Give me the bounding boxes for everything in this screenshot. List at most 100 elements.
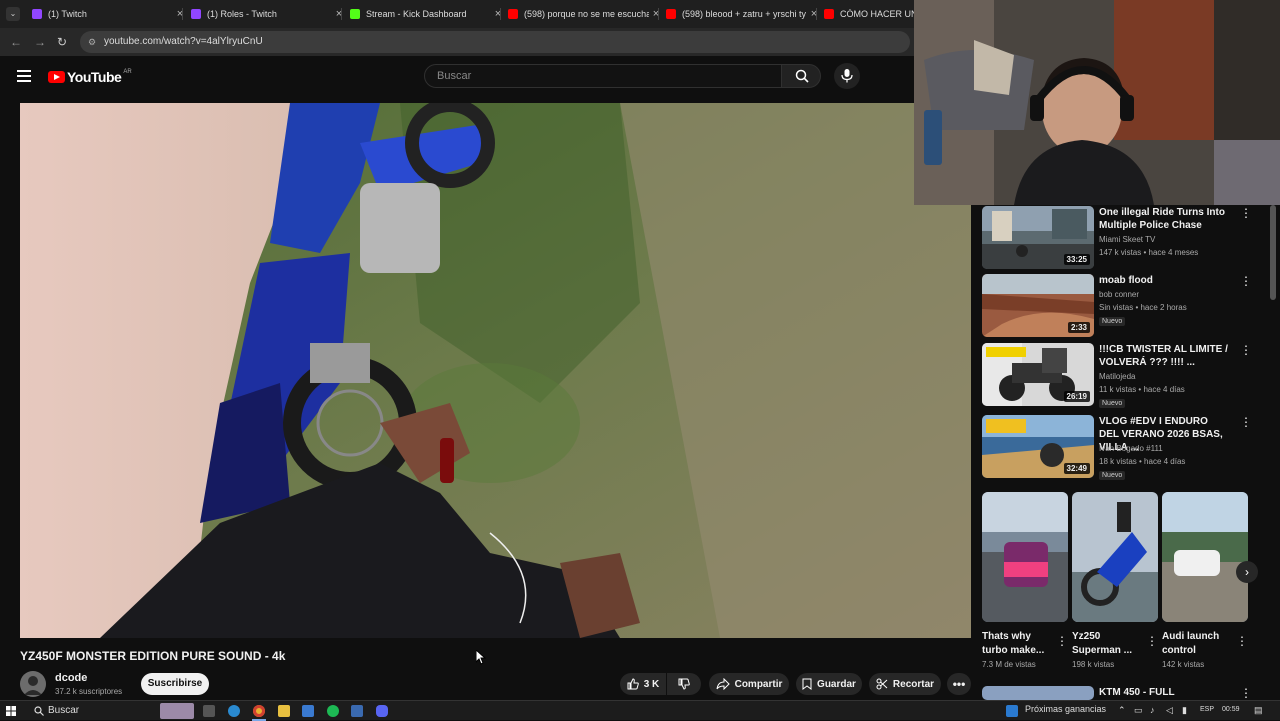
channel-avatar[interactable] — [20, 671, 46, 697]
recommendation-item[interactable]: KTM 450 - FULL THROTTLE ⋮ — [982, 686, 1272, 700]
search-button[interactable] — [781, 64, 821, 88]
more-vertical-icon[interactable]: ⋮ — [1240, 415, 1252, 429]
task-view-icon[interactable] — [203, 705, 215, 717]
search-placeholder: Buscar — [437, 70, 472, 82]
subscriber-count: 37.2 k suscriptores — [55, 687, 123, 696]
short-title[interactable]: Audi launch control — [1162, 630, 1236, 658]
download-icon[interactable] — [351, 705, 363, 717]
recommendation-item[interactable]: 26:19 !!!CB TWISTER AL LIMITE / VOLVERÁ … — [982, 343, 1272, 408]
video-player[interactable] — [20, 103, 971, 638]
close-tab-icon[interactable]: × — [491, 8, 505, 20]
short-thumbnail[interactable] — [982, 492, 1068, 622]
short-title[interactable]: Thats why turbo make... — [982, 630, 1056, 658]
more-vertical-icon[interactable]: ⋮ — [1146, 634, 1158, 648]
clip-button[interactable]: Recortar — [869, 673, 941, 695]
share-button[interactable]: Compartir — [709, 673, 789, 695]
edge-icon[interactable] — [228, 705, 240, 717]
short-thumbnail[interactable] — [1162, 492, 1248, 622]
save-label: Guardar — [817, 678, 856, 690]
more-vertical-icon[interactable]: ⋮ — [1236, 634, 1248, 648]
more-vertical-icon[interactable]: ⋮ — [1056, 634, 1068, 648]
short-item[interactable]: Audi launch control 142 k vistas ⋮ — [1162, 492, 1248, 669]
browser-tab[interactable]: (1) Roles - Twitch × — [191, 4, 346, 24]
browser-tab[interactable]: (598) porque no se me escucha × — [508, 4, 663, 24]
short-item[interactable]: Yz250 Superman ... 198 k vistas ⋮ — [1072, 492, 1158, 669]
store-icon[interactable] — [302, 705, 314, 717]
like-button[interactable]: 3 K — [620, 673, 666, 695]
browser-tab[interactable]: Stream - Kick Dashboard × — [350, 4, 505, 24]
webcam-feed — [914, 0, 1280, 205]
short-thumbnail[interactable] — [1072, 492, 1158, 622]
browser-tab[interactable]: (1) Twitch × — [32, 4, 187, 24]
short-title[interactable]: Yz250 Superman ... — [1072, 630, 1146, 658]
chevron-right-icon[interactable]: › — [1236, 561, 1258, 583]
chevron-up-icon[interactable]: ⌃ — [1118, 705, 1126, 716]
recommendation-channel[interactable]: Matilojeda — [1099, 372, 1135, 381]
youtube-icon — [666, 9, 676, 19]
video-thumbnail[interactable]: 32:49 — [982, 415, 1094, 478]
site-info-icon[interactable]: ⚙ — [88, 31, 96, 53]
short-views: 7.3 M de vistas — [982, 660, 1036, 669]
reload-icon[interactable]: ↻ — [57, 35, 67, 49]
close-tab-icon[interactable]: × — [649, 8, 663, 20]
search-icon — [34, 706, 44, 716]
youtube-logo[interactable]: YouTube AR — [48, 69, 132, 85]
subscribe-button[interactable]: Suscribirse — [141, 673, 209, 695]
menu-icon[interactable] — [17, 70, 31, 82]
browser-tab[interactable]: CÓMO HACER UN TR — [824, 4, 914, 24]
video-thumbnail[interactable] — [982, 686, 1094, 700]
recommendation-item[interactable]: 33:25 One illegal Ride Turns Into Multip… — [982, 206, 1272, 270]
more-vertical-icon[interactable]: ⋮ — [1240, 343, 1252, 357]
more-vertical-icon[interactable]: ⋮ — [1240, 206, 1252, 220]
recommendation-title[interactable]: moab flood — [1099, 274, 1229, 287]
short-item[interactable]: Thats why turbo make... 7.3 M de vistas … — [982, 492, 1068, 669]
voice-search-button[interactable] — [834, 63, 860, 89]
file-explorer-icon[interactable] — [278, 705, 290, 717]
recommendation-title[interactable]: One illegal Ride Turns Into Multiple Pol… — [1099, 206, 1229, 232]
network-icon[interactable]: ▮ — [1182, 705, 1187, 716]
widgets-icon[interactable] — [160, 703, 194, 719]
recommendation-channel[interactable]: bob conner — [1099, 290, 1139, 299]
search-input[interactable]: Buscar — [424, 64, 782, 88]
video-thumbnail[interactable]: 2:33 — [982, 274, 1094, 337]
recommendation-item[interactable]: 2:33 moab flood bob conner Sin vistas • … — [982, 274, 1272, 338]
tab-search-dropdown[interactable]: ⌄ — [6, 7, 20, 21]
volume-icon[interactable]: ◁ — [1166, 705, 1173, 716]
close-tab-icon[interactable]: × — [173, 8, 187, 20]
earnings-label[interactable]: Próximas ganancias — [1025, 704, 1106, 714]
notification-icon[interactable]: ▤ — [1254, 705, 1263, 716]
video-thumbnail[interactable]: 33:25 — [982, 206, 1094, 269]
language-indicator[interactable]: ESP — [1200, 706, 1214, 713]
recommendation-channel[interactable]: Miami Skeet TV — [1099, 235, 1155, 244]
scrollbar[interactable] — [1270, 205, 1276, 300]
browser-tab[interactable]: (598) bleood + zatru + yrschi ty × — [666, 4, 821, 24]
chrome-icon[interactable] — [253, 705, 265, 717]
dislike-button[interactable] — [667, 673, 701, 695]
discord-icon[interactable] — [376, 705, 388, 717]
more-vertical-icon[interactable]: ⋮ — [1240, 274, 1252, 288]
recommendation-title[interactable]: KTM 450 - FULL THROTTLE — [1099, 686, 1229, 700]
avatar-image — [20, 671, 46, 697]
earnings-icon[interactable] — [1006, 705, 1018, 717]
recommendation-title[interactable]: !!!CB TWISTER AL LIMITE / VOLVERÁ ??? !!… — [1099, 343, 1229, 369]
youtube-icon — [508, 9, 518, 19]
video-thumbnail[interactable]: 26:19 — [982, 343, 1094, 406]
channel-name[interactable]: dcode — [55, 672, 87, 684]
recommendation-item[interactable]: 32:49 VLOG #EDV I ENDURO DEL VERANO 2026… — [982, 415, 1272, 480]
close-tab-icon[interactable]: × — [807, 8, 821, 20]
save-button[interactable]: Guardar — [796, 673, 862, 695]
microphone-tray-icon[interactable]: ♪ — [1150, 705, 1155, 715]
thumbs-down-icon — [678, 678, 690, 690]
recommendation-channel[interactable]: Ivan Bogado #111 — [1099, 444, 1163, 453]
tray-device-icon[interactable]: ▭ — [1134, 705, 1143, 716]
more-actions-button[interactable]: ••• — [947, 673, 971, 695]
windows-start-icon[interactable] — [6, 706, 16, 716]
forward-icon[interactable]: → — [34, 35, 46, 49]
more-vertical-icon[interactable]: ⋮ — [1240, 686, 1252, 700]
address-bar[interactable]: ⚙ youtube.com/watch?v=4alYlryuCnU — [80, 31, 910, 53]
thumbs-up-icon — [627, 678, 639, 690]
back-icon[interactable]: ← — [10, 35, 22, 49]
spotify-icon[interactable] — [327, 705, 339, 717]
close-tab-icon[interactable]: × — [332, 8, 346, 20]
clock[interactable]: 00:59 — [1222, 706, 1240, 713]
